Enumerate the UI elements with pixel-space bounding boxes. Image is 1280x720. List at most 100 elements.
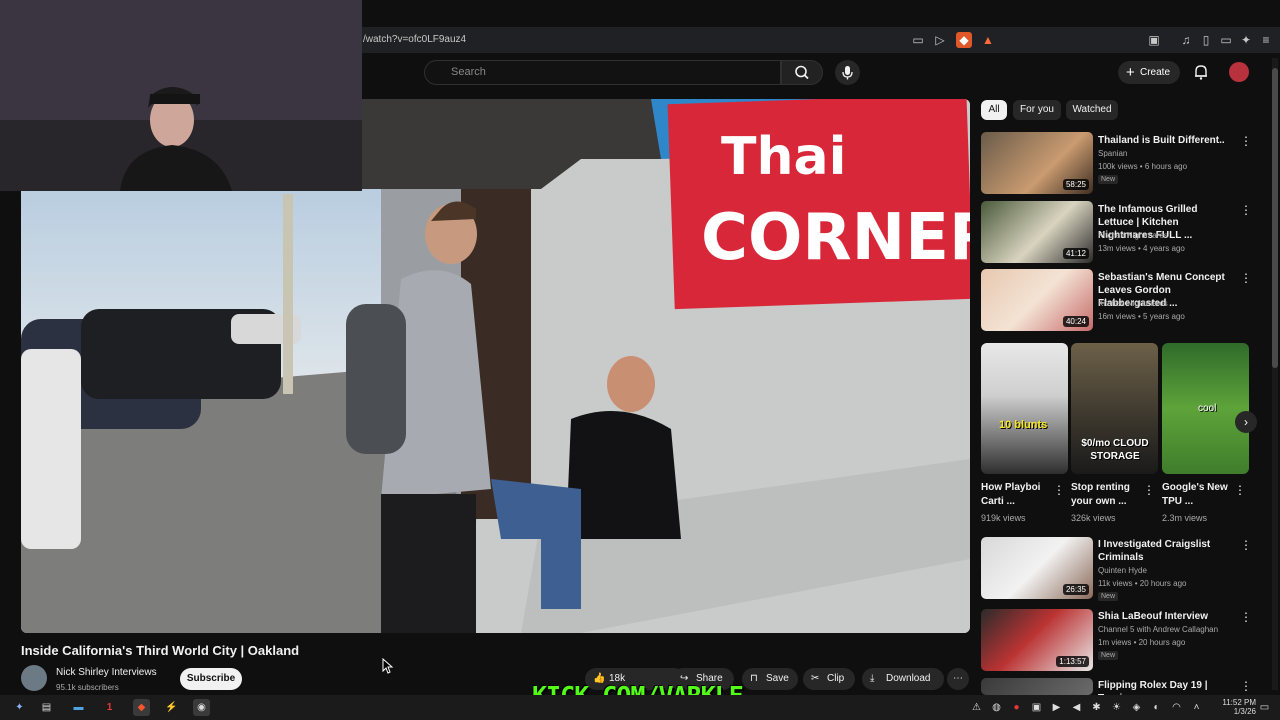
rec-title-5[interactable]: Shia LaBeouf Interview	[1098, 610, 1233, 623]
rec-thumbnail-1[interactable]: 58:25	[981, 132, 1093, 194]
music-icon[interactable]: ♫	[1178, 32, 1194, 48]
short-title-1[interactable]: How Playboi Carti ...	[981, 481, 1061, 509]
address-bar[interactable]: /watch?v=ofc0LF9auz4	[363, 34, 466, 45]
rec-thumbnail-4[interactable]: 26:35	[981, 537, 1093, 599]
create-label: Create	[1140, 67, 1171, 78]
short-overlay-text: cool	[1198, 403, 1217, 414]
rec-channel-5[interactable]: Channel 5 with Andrew Callaghan	[1098, 623, 1218, 636]
page-scrollbar[interactable]	[1272, 58, 1278, 690]
webcam-overlay	[0, 0, 362, 191]
rec-channel-3[interactable]: Kitchen Nightmares	[1098, 297, 1168, 310]
tray-icon-1[interactable]: ⚠	[968, 699, 985, 716]
create-button[interactable]: + Create	[1118, 61, 1180, 84]
channel-name[interactable]: Nick Shirley Interviews	[56, 667, 157, 678]
scrollbar-thumb[interactable]	[1272, 68, 1278, 368]
avatar[interactable]	[1229, 62, 1249, 82]
menu-icon[interactable]: ≡	[1258, 32, 1274, 48]
task-view-icon[interactable]: ▤	[38, 699, 55, 716]
rec-meta-4: 11k views • 20 hours ago	[1098, 579, 1187, 588]
rec-meta-1: 100k views • 6 hours ago	[1098, 162, 1188, 171]
more-vert-icon[interactable]: ⋮	[1240, 679, 1252, 693]
rec-channel-4[interactable]: Quinten Hyde	[1098, 564, 1147, 577]
chevron-up-icon[interactable]: ˄	[1188, 699, 1205, 716]
voice-search-button[interactable]	[835, 60, 860, 85]
subscribe-button[interactable]: Subscribe	[180, 668, 242, 690]
system-clock[interactable]: 11:52 PM 1/3/26	[1222, 698, 1256, 716]
brightness-icon[interactable]: ☀	[1108, 699, 1125, 716]
wallet-icon[interactable]: ▭	[1218, 32, 1234, 48]
video-title: Inside California's Third World City | O…	[21, 643, 300, 658]
chip-for-you[interactable]: For you	[1013, 100, 1061, 120]
short-thumbnail-1[interactable]: 10 blunts	[981, 343, 1068, 474]
more-icon: ⋯	[953, 673, 963, 684]
shorts-next-button[interactable]: ›	[1235, 411, 1257, 433]
streamer-cam	[0, 0, 362, 191]
clip-button[interactable]: ✂ Clip	[803, 668, 855, 690]
search-input[interactable]: Search	[424, 60, 781, 85]
short-thumbnail-3[interactable]: cool	[1162, 343, 1249, 474]
tray-icon-5[interactable]: ◈	[1128, 699, 1145, 716]
chip-all[interactable]: All	[981, 100, 1007, 120]
more-vert-icon[interactable]: ⋮	[1053, 483, 1065, 497]
play-icon[interactable]: ▷	[932, 32, 948, 48]
more-vert-icon[interactable]: ⋮	[1240, 271, 1252, 285]
tray-icon-2[interactable]: ◍	[988, 699, 1005, 716]
brave-shield-icon[interactable]: ◆	[956, 32, 972, 48]
app-icon-1[interactable]: 1	[101, 699, 118, 716]
save-button[interactable]: ⊓ Save	[742, 668, 798, 690]
brave-browser-icon[interactable]: ◆	[133, 699, 150, 716]
rec-meta-2: 13m views • 4 years ago	[1098, 244, 1185, 253]
duration-badge: 58:25	[1062, 179, 1089, 190]
obs-icon[interactable]: ◉	[193, 699, 210, 716]
new-badge: New	[1098, 592, 1119, 601]
save-label: Save	[766, 673, 789, 684]
rec-meta-3: 16m views • 5 years ago	[1098, 312, 1185, 321]
sidebar-icon[interactable]: ▯	[1198, 32, 1214, 48]
scissors-icon: ✂	[811, 673, 820, 684]
file-explorer-icon[interactable]: ▬	[70, 699, 87, 716]
rec-channel-1[interactable]: Spanian	[1098, 147, 1127, 160]
notification-center-icon[interactable]: ▭	[1256, 699, 1273, 716]
tray-icon-4[interactable]: ▶	[1048, 699, 1065, 716]
more-vert-icon[interactable]: ⋮	[1240, 610, 1252, 624]
search-button[interactable]	[781, 60, 823, 85]
brave-rewards-icon[interactable]: ▲	[980, 32, 996, 48]
more-vert-icon[interactable]: ⋮	[1240, 538, 1252, 552]
channel-avatar[interactable]	[21, 665, 47, 691]
download-label: Download	[886, 673, 931, 684]
tab-search-icon[interactable]: ▣	[1146, 32, 1162, 48]
rec-thumbnail-3[interactable]: 40:24	[981, 269, 1093, 331]
record-icon[interactable]: ●	[1008, 699, 1025, 716]
short-thumbnail-2[interactable]: $0/mo CLOUD STORAGE	[1071, 343, 1158, 474]
rec-title-1[interactable]: Thailand is Built Different..	[1098, 134, 1233, 147]
cast-icon[interactable]: ▭	[910, 32, 926, 48]
new-badge: New	[1098, 651, 1119, 660]
bluetooth-icon[interactable]: ✱	[1088, 699, 1105, 716]
duration-badge: 26:35	[1062, 584, 1089, 595]
short-title-2[interactable]: Stop renting your own ...	[1071, 481, 1151, 509]
lightning-app-icon[interactable]: ⚡	[163, 699, 180, 716]
rec-thumbnail-5[interactable]: 1:13:57	[981, 609, 1093, 671]
chip-watched[interactable]: Watched	[1066, 100, 1118, 120]
more-vert-icon[interactable]: ⋮	[1240, 134, 1252, 148]
rec-thumbnail-6[interactable]	[981, 678, 1093, 695]
leo-ai-icon[interactable]: ✦	[1238, 32, 1254, 48]
more-vert-icon[interactable]: ⋮	[1234, 483, 1246, 497]
wifi-icon[interactable]: ◠	[1168, 699, 1185, 716]
more-actions-button[interactable]: ⋯	[947, 668, 969, 690]
subscriber-count: 95.1k subscribers	[56, 683, 119, 692]
duration-badge: 1:13:57	[1056, 656, 1089, 667]
start-icon[interactable]: ✦	[11, 699, 28, 716]
more-vert-icon[interactable]: ⋮	[1143, 483, 1155, 497]
taskbar: ✦ ▤ ▬ 1 ◆ ⚡ ◉ ⚠ ◍ ● ▣ ▶ ◀ ✱ ☀ ◈ ◐ ◠ ˄ 11…	[0, 695, 1280, 720]
tray-icon-3[interactable]: ▣	[1028, 699, 1045, 716]
short-title-3[interactable]: Google's New TPU ...	[1162, 481, 1242, 509]
rec-thumbnail-2[interactable]: 41:12	[981, 201, 1093, 263]
more-vert-icon[interactable]: ⋮	[1240, 203, 1252, 217]
rec-channel-2[interactable]: Kitchen Nightmares	[1098, 229, 1168, 242]
download-button[interactable]: ⤓ Download	[862, 668, 944, 690]
tray-icon-6[interactable]: ◐	[1148, 699, 1165, 716]
volume-icon[interactable]: ◀	[1068, 699, 1085, 716]
rec-title-4[interactable]: I Investigated Craigslist Criminals	[1098, 538, 1233, 564]
notifications-icon[interactable]	[1192, 63, 1210, 81]
